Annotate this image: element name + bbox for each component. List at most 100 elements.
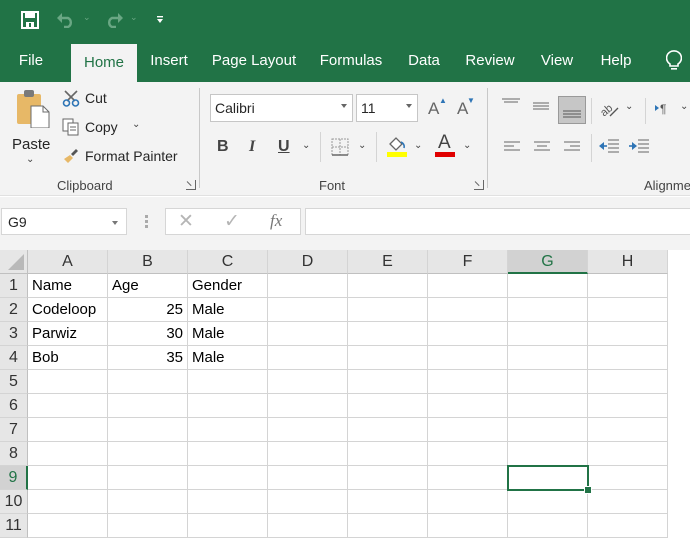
column-header-h[interactable]: H [588,250,668,274]
align-left-button[interactable] [502,138,522,156]
tab-insert[interactable]: Insert [141,40,197,82]
cell-a11[interactable] [28,514,108,538]
tab-help[interactable]: Help [590,40,642,82]
tell-me-button[interactable] [660,40,688,82]
row-header-10[interactable]: 10 [0,490,28,514]
font-name-combo[interactable]: Calibri [210,94,353,122]
top-align-button[interactable] [500,96,522,116]
cell-a6[interactable] [28,394,108,418]
cell-b11[interactable] [108,514,188,538]
increase-indent-button[interactable] [628,138,650,156]
cell-a7[interactable] [28,418,108,442]
redo-dropdown[interactable]: ⌄ [130,12,138,23]
clipboard-launcher-icon[interactable] [186,180,196,190]
text-direction-button[interactable]: ¶ [652,98,674,120]
cell-b10[interactable] [108,490,188,514]
cell-h1[interactable] [588,274,668,298]
cell-c9[interactable] [188,466,268,490]
cell-d7[interactable] [268,418,348,442]
cell-a2[interactable]: Codeloop [28,298,108,322]
middle-align-button[interactable] [530,96,552,116]
tab-page-layout[interactable]: Page Layout [205,40,303,82]
font-size-combo[interactable]: 11 [356,94,418,122]
bottom-align-button[interactable] [558,96,586,124]
cell-f2[interactable] [428,298,508,322]
save-button[interactable] [18,8,42,32]
redo-button[interactable] [102,8,126,32]
column-header-d[interactable]: D [268,250,348,274]
column-header-a[interactable]: A [28,250,108,274]
column-header-g[interactable]: G [508,250,588,274]
cell-f11[interactable] [428,514,508,538]
borders-dropdown-icon[interactable]: ⌄ [358,140,366,151]
cell-d11[interactable] [268,514,348,538]
cell-d10[interactable] [268,490,348,514]
cell-e2[interactable] [348,298,428,322]
column-header-b[interactable]: B [108,250,188,274]
name-box[interactable]: G9 [1,208,127,235]
cell-h10[interactable] [588,490,668,514]
format-painter-button[interactable]: Format Painter [60,146,186,168]
name-box-dropdown-icon[interactable] [112,221,118,225]
row-header-9[interactable]: 9 [0,466,28,490]
tab-home[interactable]: Home [71,44,137,82]
cancel-icon[interactable]: ✕ [178,210,194,233]
column-header-e[interactable]: E [348,250,428,274]
cell-g6[interactable] [508,394,588,418]
row-header-3[interactable]: 3 [0,322,28,346]
cell-b5[interactable] [108,370,188,394]
cell-h5[interactable] [588,370,668,394]
paste-button[interactable]: Paste ⌄ [8,86,54,166]
cell-h2[interactable] [588,298,668,322]
cell-b3[interactable]: 30 [108,322,188,346]
cell-g11[interactable] [508,514,588,538]
cell-e6[interactable] [348,394,428,418]
cell-e10[interactable] [348,490,428,514]
cell-a5[interactable] [28,370,108,394]
cell-c8[interactable] [188,442,268,466]
cell-e9[interactable] [348,466,428,490]
borders-button[interactable] [331,138,349,156]
cell-d9[interactable] [268,466,348,490]
cell-e1[interactable] [348,274,428,298]
cell-h4[interactable] [588,346,668,370]
cell-c10[interactable] [188,490,268,514]
tab-formulas[interactable]: Formulas [312,40,390,82]
cell-h3[interactable] [588,322,668,346]
cell-f10[interactable] [428,490,508,514]
cell-b9[interactable] [108,466,188,490]
tab-view[interactable]: View [532,40,582,82]
cell-d6[interactable] [268,394,348,418]
copy-button[interactable]: Copy ⌄ [60,117,144,139]
cell-e8[interactable] [348,442,428,466]
cell-g3[interactable] [508,322,588,346]
undo-button[interactable] [54,8,78,32]
cell-b6[interactable] [108,394,188,418]
cell-g10[interactable] [508,490,588,514]
underline-dropdown-icon[interactable]: ⌄ [302,140,310,151]
column-header-f[interactable]: F [428,250,508,274]
font-size-dropdown-icon[interactable] [406,104,412,108]
column-header-c[interactable]: C [188,250,268,274]
enter-icon[interactable]: ✓ [224,210,240,233]
cell-a10[interactable] [28,490,108,514]
decrease-indent-button[interactable] [598,138,620,156]
row-header-6[interactable]: 6 [0,394,28,418]
row-header-5[interactable]: 5 [0,370,28,394]
cell-c7[interactable] [188,418,268,442]
font-name-dropdown-icon[interactable] [341,104,347,108]
cell-g8[interactable] [508,442,588,466]
cell-b8[interactable] [108,442,188,466]
increase-font-size-button[interactable]: A ▲ [426,96,447,120]
bold-button[interactable]: B [217,138,229,156]
cell-h6[interactable] [588,394,668,418]
cell-f1[interactable] [428,274,508,298]
cell-a8[interactable] [28,442,108,466]
cell-f9[interactable] [428,466,508,490]
align-center-button[interactable] [532,138,552,156]
cell-b2[interactable]: 25 [108,298,188,322]
cell-f3[interactable] [428,322,508,346]
cell-e7[interactable] [348,418,428,442]
cell-c1[interactable]: Gender [188,274,268,298]
orientation-dropdown-icon[interactable]: ⌄ [625,101,633,112]
